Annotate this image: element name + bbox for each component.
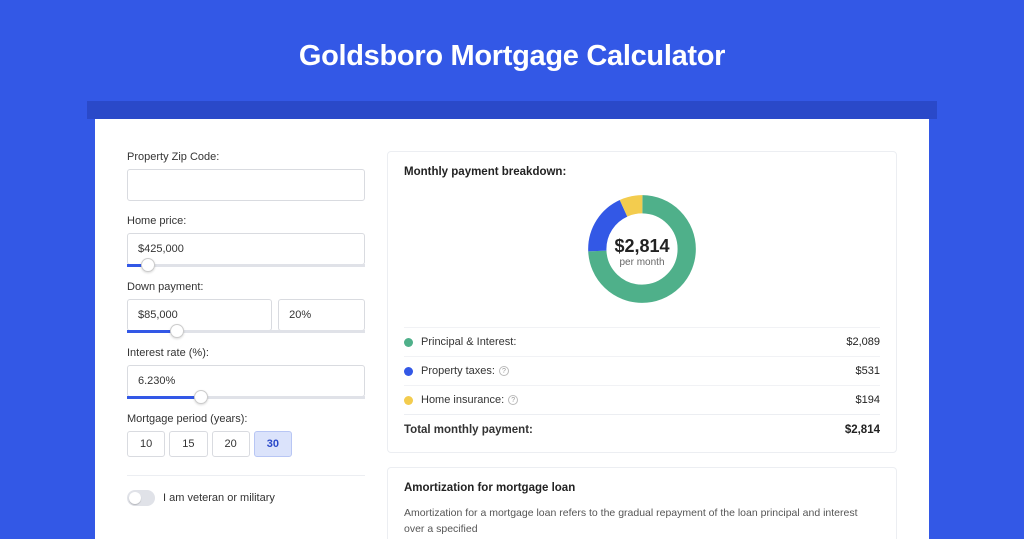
price-input[interactable] — [127, 233, 365, 265]
dot-taxes — [404, 367, 413, 376]
amort-title: Amortization for mortgage loan — [404, 482, 880, 494]
info-icon[interactable]: ? — [508, 395, 518, 405]
period-label: Mortgage period (years): — [127, 413, 365, 425]
donut-chart: $2,814 per month — [404, 190, 880, 313]
donut-total: $2,814 — [614, 236, 669, 257]
veteran-row: I am veteran or military — [127, 475, 365, 506]
card-shadow — [87, 101, 937, 119]
results-panel: Monthly payment breakdown: $2,814 per mo… — [387, 151, 897, 539]
veteran-toggle[interactable] — [127, 490, 155, 506]
rate-slider[interactable] — [127, 396, 365, 399]
dot-principal — [404, 338, 413, 347]
page-title: Goldsboro Mortgage Calculator — [95, 40, 929, 73]
legend-label-insurance: Home insurance: ? — [421, 394, 856, 406]
rate-input[interactable] — [127, 365, 365, 397]
period-btn-10[interactable]: 10 — [127, 431, 165, 457]
zip-input[interactable] — [127, 169, 365, 201]
calculator-card: Property Zip Code: Home price: Down paym… — [95, 119, 929, 539]
down-slider-thumb[interactable] — [170, 324, 184, 338]
veteran-label: I am veteran or military — [163, 492, 275, 504]
period-btn-15[interactable]: 15 — [169, 431, 207, 457]
price-field: Home price: — [127, 215, 365, 267]
amortization-panel: Amortization for mortgage loan Amortizat… — [387, 467, 897, 539]
price-slider-thumb[interactable] — [141, 258, 155, 272]
donut-sub: per month — [614, 257, 669, 268]
price-slider[interactable] — [127, 264, 365, 267]
period-btn-30[interactable]: 30 — [254, 431, 292, 457]
legend-val-taxes: $531 — [856, 365, 880, 377]
total-label: Total monthly payment: — [404, 424, 845, 436]
total-value: $2,814 — [845, 424, 880, 436]
legend-text-taxes: Property taxes: — [421, 365, 495, 377]
dot-insurance — [404, 396, 413, 405]
price-label: Home price: — [127, 215, 365, 227]
legend-text-insurance: Home insurance: — [421, 394, 504, 406]
breakdown-panel: Monthly payment breakdown: $2,814 per mo… — [387, 151, 897, 453]
down-amount-input[interactable] — [127, 299, 272, 331]
period-options: 10 15 20 30 — [127, 431, 365, 457]
legend-val-insurance: $194 — [856, 394, 880, 406]
legend-row-insurance: Home insurance: ? $194 — [404, 385, 880, 414]
down-pct-input[interactable] — [278, 299, 365, 331]
down-field: Down payment: — [127, 281, 365, 333]
zip-label: Property Zip Code: — [127, 151, 365, 163]
legend-row-taxes: Property taxes: ? $531 — [404, 356, 880, 385]
toggle-knob — [129, 492, 141, 504]
down-slider[interactable] — [127, 330, 365, 333]
period-btn-20[interactable]: 20 — [212, 431, 250, 457]
legend-row-principal: Principal & Interest: $2,089 — [404, 327, 880, 356]
legend-label-taxes: Property taxes: ? — [421, 365, 856, 377]
total-row: Total monthly payment: $2,814 — [404, 414, 880, 438]
legend-val-principal: $2,089 — [846, 336, 880, 348]
legend-label-principal: Principal & Interest: — [421, 336, 846, 348]
rate-field: Interest rate (%): — [127, 347, 365, 399]
input-panel: Property Zip Code: Home price: Down paym… — [127, 151, 365, 539]
rate-label: Interest rate (%): — [127, 347, 365, 359]
info-icon[interactable]: ? — [499, 366, 509, 376]
rate-slider-thumb[interactable] — [194, 390, 208, 404]
down-label: Down payment: — [127, 281, 365, 293]
zip-field: Property Zip Code: — [127, 151, 365, 201]
amort-text: Amortization for a mortgage loan refers … — [404, 506, 880, 538]
period-field: Mortgage period (years): 10 15 20 30 — [127, 413, 365, 457]
breakdown-title: Monthly payment breakdown: — [404, 166, 880, 178]
